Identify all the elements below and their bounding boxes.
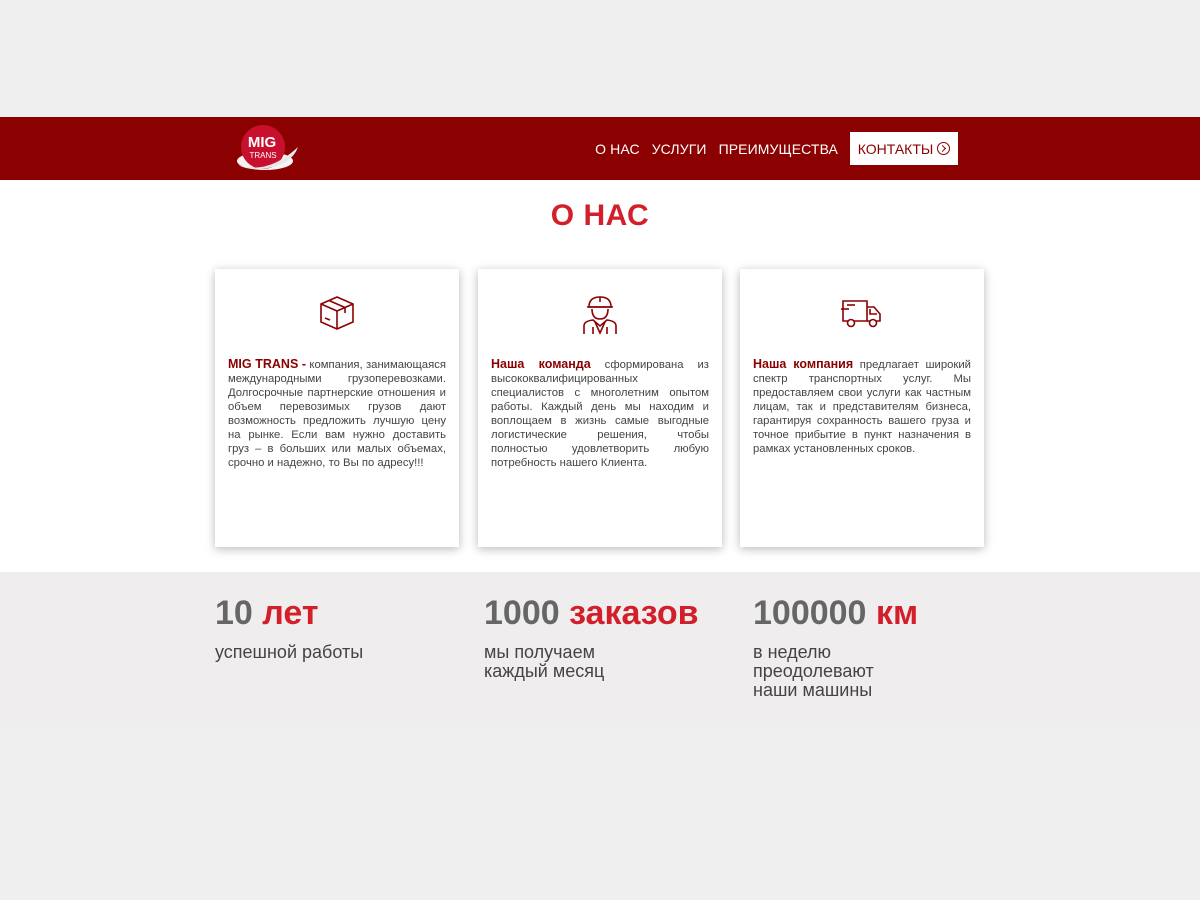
card-text: Наша компания предлагает широкий спектр … (753, 357, 971, 456)
stat-description: мы получаем каждый месяц (484, 642, 605, 681)
card-bold: Наша компания (753, 357, 854, 371)
stat-unit: заказов (569, 594, 699, 632)
stat-description: в неделю преодолевают наши машины (753, 642, 874, 700)
stat-unit: лет (262, 594, 319, 632)
main-nav: О НАС УСЛУГИ ПРЕИМУЩЕСТВА КОНТАКТЫ (595, 132, 958, 165)
contacts-button[interactable]: КОНТАКТЫ (850, 132, 958, 165)
truck-icon (740, 293, 984, 335)
about-card-company: MIG TRANS - компания, занимающаяся между… (215, 269, 459, 547)
box-icon (215, 293, 459, 335)
stat-years: 10 лет успешной работы (215, 594, 363, 662)
card-bold: Наша команда (491, 357, 591, 371)
stat-distance: 100000 км в неделю преодолевают наши маш… (753, 594, 918, 700)
page: MIG TRANS О НАС УСЛУГИ ПРЕИМУЩЕСТВА КОНТ… (0, 117, 1200, 725)
chevron-right-circle-icon (937, 142, 951, 155)
stat-value: 10 лет (215, 594, 363, 633)
card-bold: MIG TRANS - (228, 357, 307, 371)
card-body: компания, занимающаяся международными гр… (228, 359, 446, 469)
mig-trans-logo[interactable]: MIG TRANS (232, 125, 304, 175)
worker-icon (478, 293, 722, 335)
nav-services[interactable]: УСЛУГИ (652, 141, 707, 157)
stat-orders: 1000 заказов мы получаем каждый месяц (484, 594, 699, 681)
stat-number: 10 (215, 594, 253, 632)
stat-number: 100000 (753, 594, 867, 632)
about-card-services: Наша компания предлагает широкий спектр … (740, 269, 984, 547)
nav-advantages[interactable]: ПРЕИМУЩЕСТВА (719, 141, 838, 157)
logo-text-mig: MIG (248, 134, 276, 151)
about-card-team: Наша команда сформирована из высококвали… (478, 269, 722, 547)
stat-value: 1000 заказов (484, 594, 699, 633)
card-body: сформирована из высококвалифицированных … (491, 359, 709, 469)
stat-description: успешной работы (215, 642, 364, 662)
logo-text-trans: TRANS (249, 151, 276, 160)
contacts-button-label: КОНТАКТЫ (857, 140, 934, 157)
card-text: Наша команда сформирована из высококвали… (491, 357, 709, 470)
stat-unit: км (875, 594, 919, 632)
card-body: предлагает широкий спектр транспортных у… (753, 359, 971, 455)
site-header: MIG TRANS О НАС УСЛУГИ ПРЕИМУЩЕСТВА КОНТ… (0, 117, 1200, 180)
stats-section: 10 лет успешной работы 1000 заказов мы п… (0, 572, 1200, 725)
stat-number: 1000 (484, 594, 560, 632)
card-text: MIG TRANS - компания, занимающаяся между… (228, 357, 446, 470)
stat-value: 100000 км (753, 594, 918, 633)
section-title: О НАС (550, 199, 650, 232)
nav-about[interactable]: О НАС (595, 141, 640, 157)
